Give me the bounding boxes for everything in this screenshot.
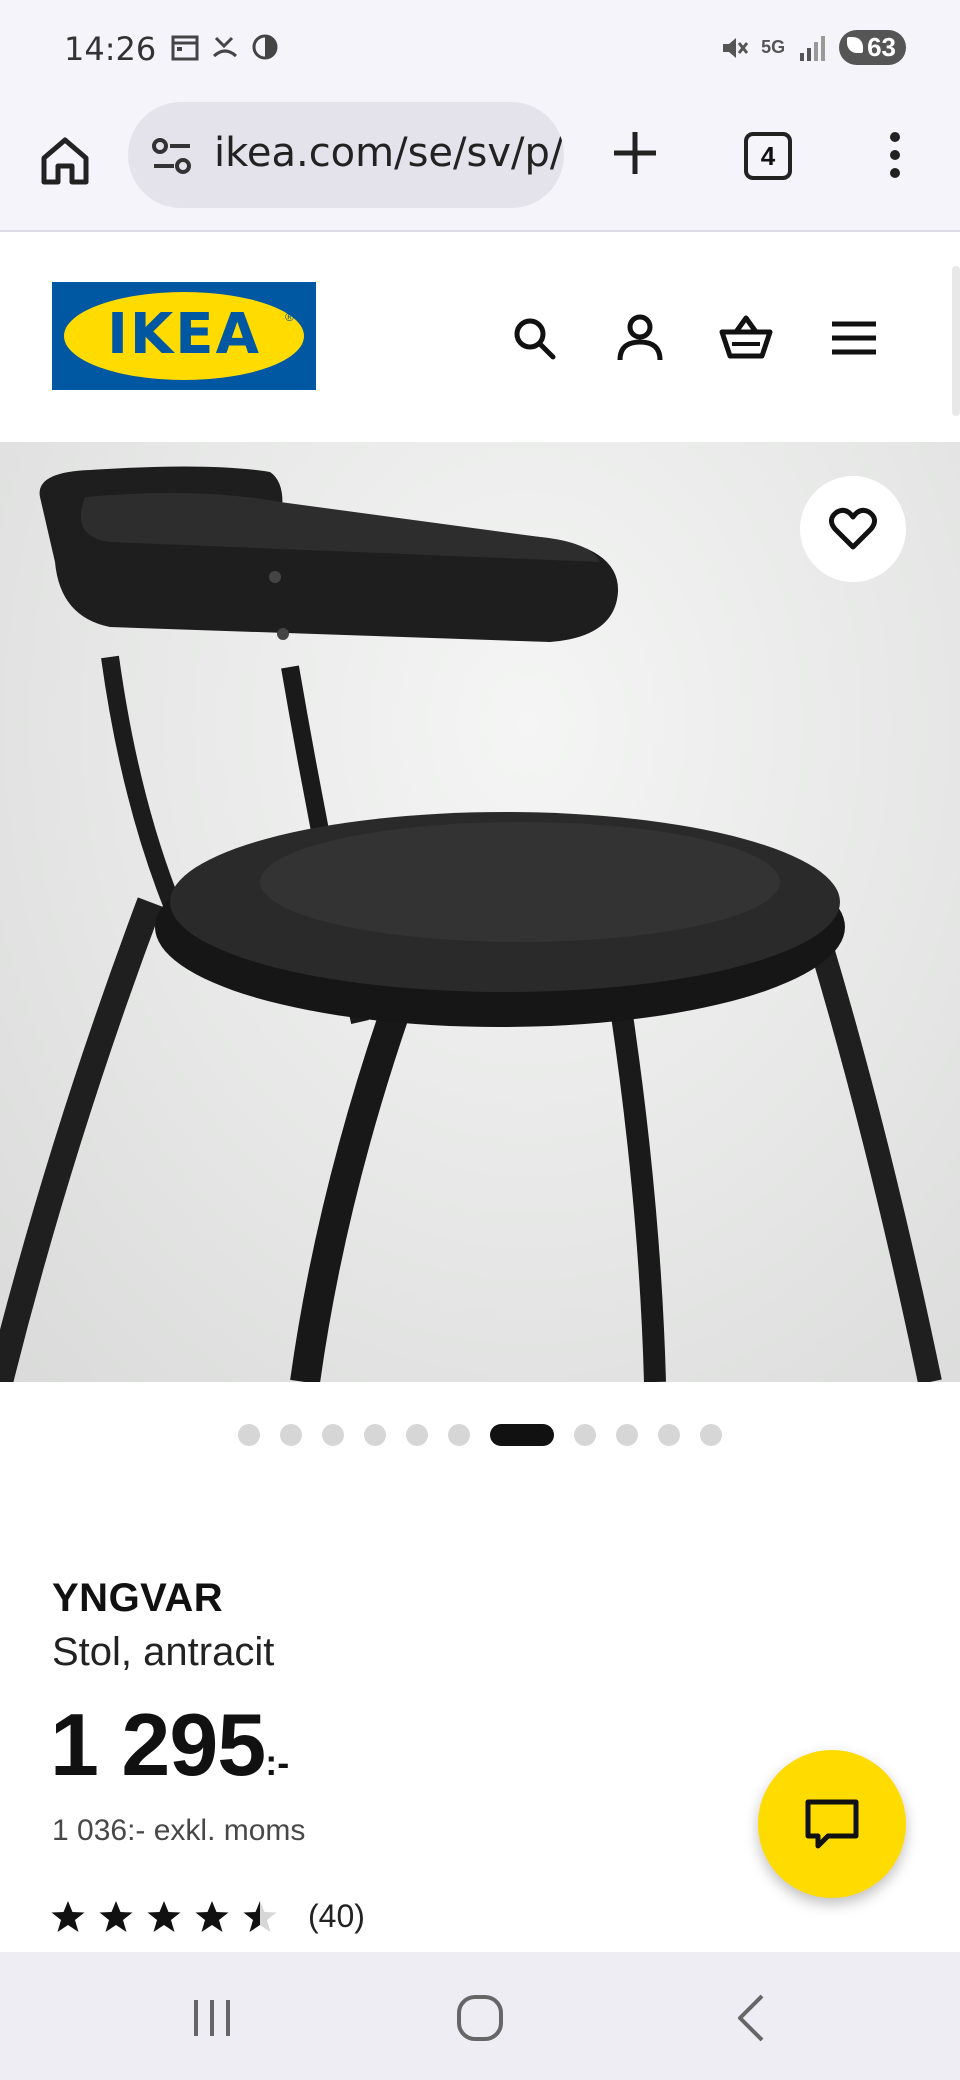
browser-menu-icon[interactable] [880, 130, 910, 180]
product-price: 1 295:- [50, 1694, 289, 1796]
carousel-dot[interactable] [658, 1424, 680, 1446]
logo-text: IKEA [107, 302, 261, 367]
product-rating[interactable]: (40) [50, 1898, 365, 1935]
data-saver-icon [252, 34, 278, 60]
mute-icon [723, 37, 749, 58]
carousel-dot[interactable] [364, 1424, 386, 1446]
url-text: ikea.com/se/sv/p/yngvar-stol-antracit [214, 130, 564, 176]
status-system-icons: 5G 63 [719, 30, 906, 65]
system-navigation-bar [0, 1952, 960, 2080]
address-bar[interactable]: ikea.com/se/sv/p/yngvar-stol-antracit [128, 102, 564, 208]
status-bar: 14:26 5G 63 [0, 0, 960, 100]
price-suffix: :- [265, 1742, 290, 1783]
carousel-dot[interactable] [574, 1424, 596, 1446]
carousel-dot[interactable] [238, 1424, 260, 1446]
carousel-dot[interactable] [700, 1424, 722, 1446]
heart-icon [829, 507, 877, 550]
carousel-dot-active[interactable] [490, 1424, 554, 1446]
scrollbar[interactable] [952, 266, 960, 416]
product-image[interactable] [0, 442, 960, 1382]
ikea-logo[interactable]: IKEA ® [52, 282, 316, 390]
back-icon[interactable] [722, 1988, 782, 2048]
image-carousel-indicator [0, 1422, 960, 1448]
network-type: 5G [761, 37, 786, 57]
carousel-dot[interactable] [406, 1424, 428, 1446]
battery-level: 63 [867, 32, 896, 62]
product-description: Stol, antracit [52, 1630, 275, 1674]
status-notification-icons [170, 32, 280, 62]
menu-icon[interactable] [826, 310, 882, 366]
chair-illustration [0, 466, 942, 1382]
price-main: 1 295 [50, 1695, 266, 1794]
star-icon [243, 1900, 277, 1932]
carousel-dot[interactable] [322, 1424, 344, 1446]
tab-switcher-button[interactable]: 4 [744, 132, 792, 180]
account-icon[interactable] [612, 310, 668, 366]
chat-button[interactable] [758, 1750, 906, 1898]
carousel-dot[interactable] [448, 1424, 470, 1446]
favorite-button[interactable] [800, 476, 906, 582]
new-tab-icon[interactable] [610, 128, 660, 178]
cart-icon[interactable] [718, 310, 774, 366]
site-settings-icon[interactable] [150, 136, 194, 176]
carousel-dot[interactable] [280, 1424, 302, 1446]
chat-icon [805, 1799, 859, 1849]
status-time: 14:26 [64, 30, 157, 68]
star-icon [147, 1900, 181, 1932]
review-count[interactable]: (40) [308, 1898, 365, 1935]
signal-icon [800, 35, 826, 61]
battery-icon: 63 [839, 30, 906, 65]
missed-call-icon [212, 36, 238, 58]
star-icon [195, 1900, 229, 1932]
search-icon[interactable] [506, 310, 562, 366]
home-icon[interactable] [36, 132, 94, 190]
star-icon [99, 1900, 133, 1932]
recent-apps-icon[interactable] [182, 1988, 242, 2048]
rating-stars [50, 1900, 278, 1934]
site-header: IKEA ® [0, 234, 960, 442]
star-icon [51, 1900, 85, 1932]
home-nav-icon[interactable] [450, 1988, 510, 2048]
price-excluding-vat: 1 036:- exkl. moms [52, 1814, 306, 1847]
calendar-icon [171, 35, 199, 61]
product-name: YNGVAR [52, 1576, 224, 1620]
carousel-dot[interactable] [616, 1424, 638, 1446]
